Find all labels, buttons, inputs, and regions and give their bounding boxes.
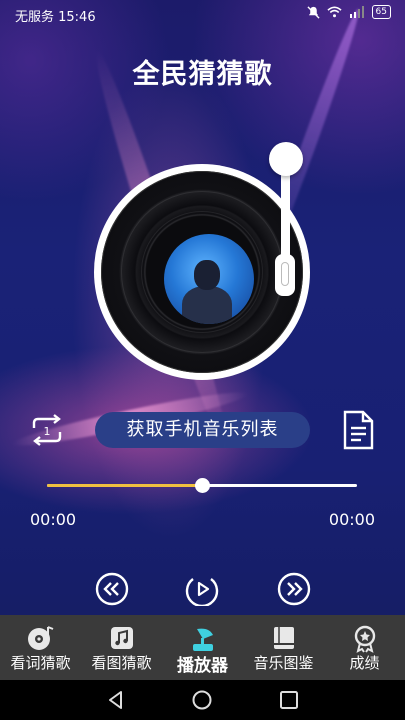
tab-label: 播放器: [177, 656, 228, 676]
play-icon: [185, 578, 219, 608]
fast-forward-icon: [277, 572, 311, 606]
signal-icon: [349, 6, 364, 18]
nav-back-button[interactable]: [104, 688, 128, 712]
tab-label: 成绩: [349, 654, 380, 672]
status-bar: 无服务 15:46 65: [0, 0, 405, 28]
app-title: 全民猜猜歌: [132, 59, 273, 90]
home-circle-icon: [192, 690, 212, 710]
system-nav-bar: [0, 680, 405, 720]
tab-achievements[interactable]: 成绩: [324, 615, 405, 680]
album-figure: [182, 286, 232, 324]
tab-lyrics-guess[interactable]: 看词猜歌: [0, 615, 81, 680]
book-icon: [274, 627, 294, 649]
record-disc: [101, 171, 303, 373]
tab-player[interactable]: 播放器: [162, 615, 243, 680]
nav-home-button[interactable]: [190, 688, 214, 712]
recents-square-icon: [280, 691, 298, 709]
progress-thumb[interactable]: [195, 478, 210, 493]
gramophone-icon: [193, 628, 213, 651]
medal-icon: [354, 625, 376, 653]
tonearm-head: [275, 254, 295, 296]
album-figure-head: [194, 260, 220, 290]
rewind-button[interactable]: [95, 572, 129, 606]
wifi-icon: [326, 6, 342, 18]
status-time: 无服务 15:46: [15, 10, 96, 25]
fetch-music-list-button[interactable]: 获取手机音乐列表: [95, 412, 310, 448]
progress-fill: [47, 484, 202, 487]
mute-icon: [306, 5, 320, 19]
play-button[interactable]: [185, 572, 219, 608]
status-icons: 65: [306, 5, 391, 19]
tonearm-rod: [281, 168, 290, 264]
tab-music-gallery[interactable]: 音乐图鉴: [243, 615, 324, 680]
battery-icon: 65: [371, 5, 391, 19]
tab-label: 音乐图鉴: [253, 654, 314, 672]
playlist-button[interactable]: [340, 410, 376, 450]
rewind-icon: [95, 572, 129, 606]
music-image-icon: [111, 627, 133, 649]
repeat-one-icon: 1: [32, 414, 62, 446]
progress-track[interactable]: [47, 478, 357, 493]
tab-label: 看词猜歌: [10, 654, 71, 672]
bottom-tab-bar: 看词猜歌 看图猜歌 播放器 音乐图鉴 成绩: [0, 615, 405, 680]
current-time: 00:00: [30, 510, 77, 529]
tab-image-guess[interactable]: 看图猜歌: [81, 615, 162, 680]
fast-forward-button[interactable]: [277, 572, 311, 606]
album-cover: [164, 234, 254, 324]
total-time: 00:00: [328, 510, 375, 529]
document-list-icon: [343, 410, 374, 450]
nav-recents-button[interactable]: [277, 688, 301, 712]
back-triangle-icon: [109, 691, 122, 709]
vinyl-note-icon: [28, 626, 54, 650]
tonearm-pivot: [269, 142, 303, 176]
tab-label: 看图猜歌: [91, 654, 152, 672]
loop-badge: 1: [44, 425, 51, 438]
loop-mode-button[interactable]: 1: [28, 412, 66, 448]
